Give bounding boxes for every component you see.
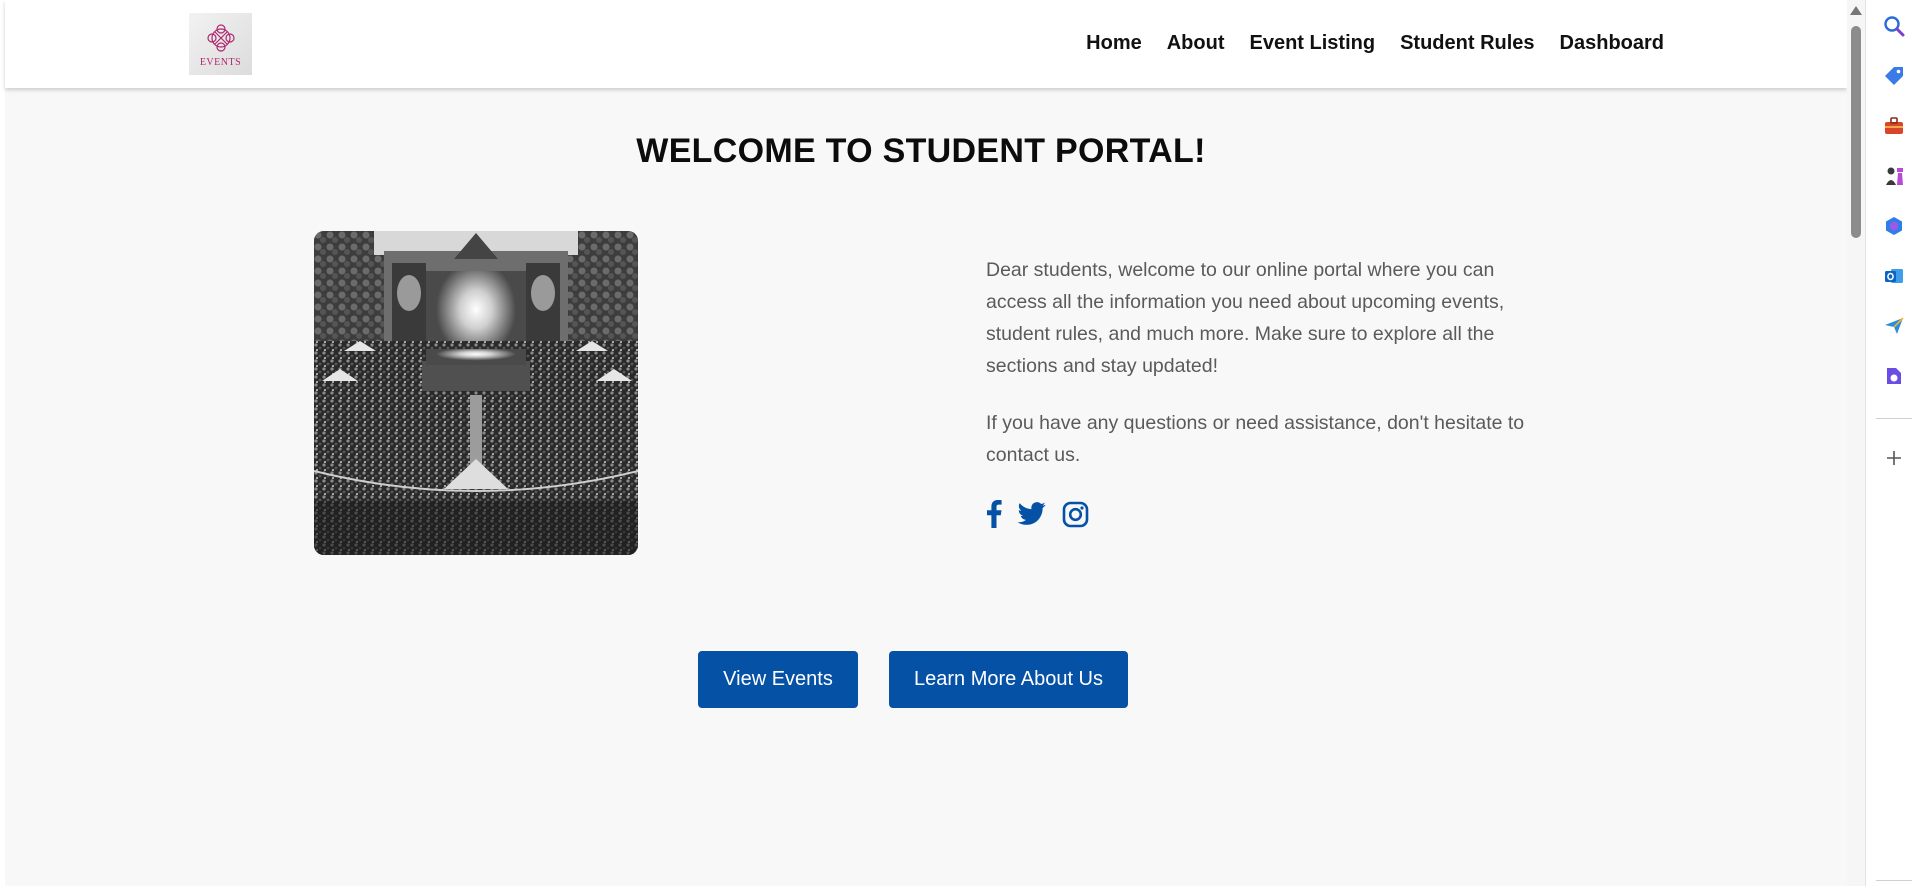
scroll-thumb[interactable] bbox=[1851, 26, 1861, 238]
side-panel-bottom-divider bbox=[1876, 880, 1912, 881]
concert-crowd-image bbox=[314, 231, 638, 555]
scroll-up-arrow-icon[interactable] bbox=[1850, 6, 1862, 15]
logo-ornament-icon bbox=[206, 23, 235, 52]
site-logo[interactable]: EVENTS bbox=[189, 13, 252, 75]
browser-side-panel bbox=[1865, 0, 1920, 886]
welcome-paragraph: Dear students, welcome to our online por… bbox=[986, 259, 1505, 377]
twitter-icon[interactable] bbox=[1017, 502, 1046, 531]
learn-more-button[interactable]: Learn More About Us bbox=[889, 651, 1128, 708]
facebook-icon[interactable] bbox=[986, 500, 1002, 533]
page-scrollbar[interactable] bbox=[1847, 0, 1865, 886]
side-panel-divider bbox=[1876, 418, 1912, 419]
page-title: WELCOME TO STUDENT PORTAL! bbox=[636, 132, 1206, 170]
tag-icon[interactable] bbox=[1882, 64, 1906, 88]
nav-event-listing[interactable]: Event Listing bbox=[1250, 30, 1376, 56]
search-icon[interactable] bbox=[1882, 14, 1906, 38]
send-icon[interactable] bbox=[1882, 314, 1906, 338]
page-viewport: EVENTS Home About Event Listing Student … bbox=[0, 0, 1847, 886]
nav-dashboard[interactable]: Dashboard bbox=[1560, 30, 1664, 56]
instagram-icon[interactable] bbox=[1062, 501, 1089, 533]
site-header: EVENTS Home About Event Listing Student … bbox=[5, 0, 1847, 88]
view-events-button[interactable]: View Events bbox=[698, 651, 858, 708]
drop-icon[interactable] bbox=[1882, 364, 1906, 388]
nav-student-rules[interactable]: Student Rules bbox=[1400, 30, 1534, 56]
briefcase-icon[interactable] bbox=[1882, 114, 1906, 138]
intro-text: Dear students, welcome to our online por… bbox=[986, 254, 1546, 496]
contact-paragraph: If you have any questions or need assist… bbox=[986, 412, 1525, 466]
outlook-icon[interactable] bbox=[1882, 264, 1906, 288]
main-nav: Home About Event Listing Student Rules D… bbox=[1061, 30, 1664, 56]
nav-about[interactable]: About bbox=[1167, 30, 1225, 56]
nav-home[interactable]: Home bbox=[1086, 30, 1142, 56]
social-links bbox=[986, 500, 1089, 533]
chess-icon[interactable] bbox=[1882, 164, 1906, 188]
copilot-icon[interactable] bbox=[1882, 214, 1906, 238]
logo-text: EVENTS bbox=[199, 56, 242, 68]
add-icon[interactable] bbox=[1882, 446, 1906, 470]
